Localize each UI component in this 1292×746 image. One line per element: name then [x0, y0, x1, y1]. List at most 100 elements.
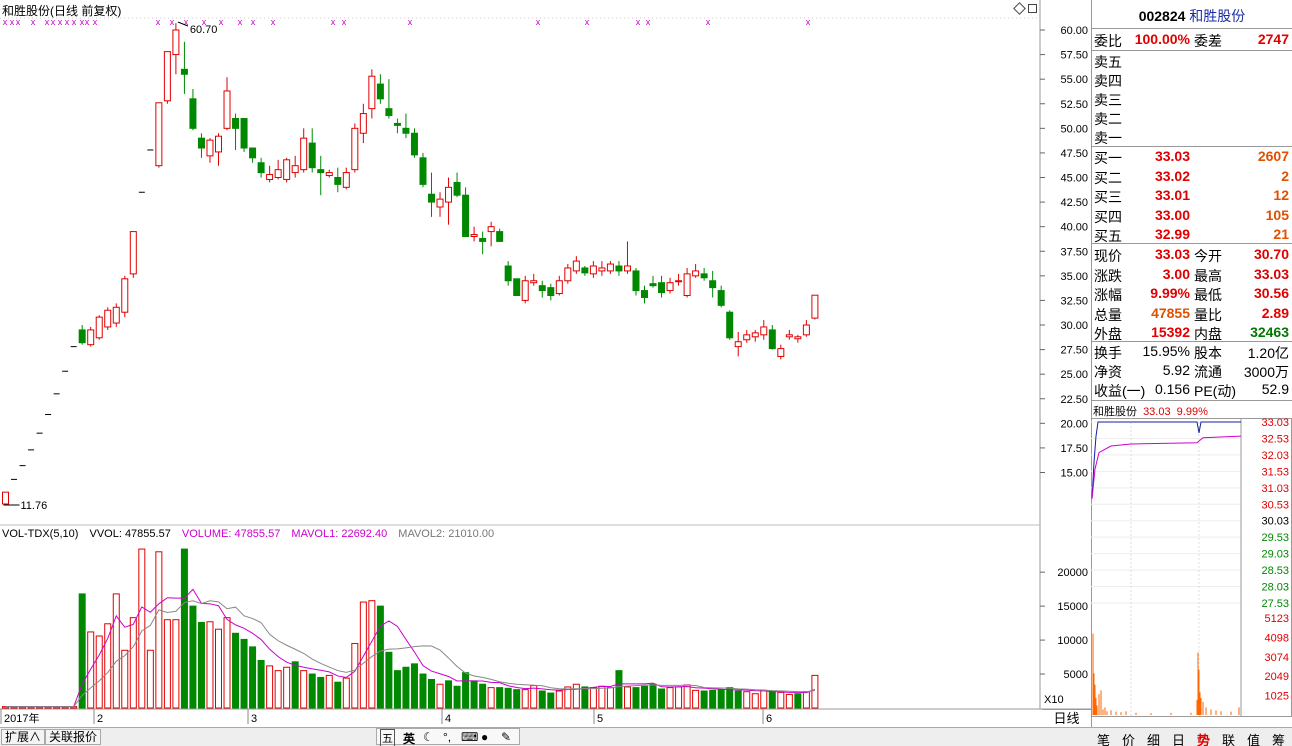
fund-value: 5.92 — [1162, 362, 1190, 378]
candle — [325, 169, 333, 178]
date-label: 6 — [766, 713, 772, 725]
related-quote-button[interactable]: 关联报价 — [45, 729, 102, 745]
volume-bar — [641, 685, 648, 709]
user-icon[interactable]: ● — [481, 730, 488, 744]
mavol1-value: MAVOL1: 22692.40 — [291, 528, 388, 540]
buy-row[interactable]: 买一 33.03 2607 — [1092, 147, 1292, 166]
mini-price-label: 29.03 — [1261, 549, 1289, 561]
sell-row[interactable]: 卖一 — [1092, 127, 1292, 146]
buy-price: 33.02 — [1154, 167, 1190, 184]
stat-row: 总量 47855 量比 2.89 — [1092, 304, 1292, 323]
event-marker: x — [16, 17, 21, 27]
intraday-mini-chart[interactable]: 33.03 32.53 32.03 31.53 31.03 30.53 30.03 29.53… — [1091, 418, 1292, 718]
stat-label: 现价 — [1094, 248, 1122, 264]
fund-label: 换手 — [1094, 345, 1122, 361]
candle — [615, 261, 623, 276]
keyboard-icon[interactable]: ⌨ — [461, 730, 478, 744]
candle-body — [180, 68, 188, 75]
expand-button[interactable]: 扩展∧ — [1, 729, 46, 745]
volume-bar — [342, 677, 350, 709]
moon-icon[interactable]: ☾ — [423, 730, 434, 744]
volume-bar — [129, 617, 137, 709]
date-label: 3 — [251, 713, 257, 725]
stat-label-2: 量比 — [1194, 306, 1222, 323]
tab-势[interactable]: 势 — [1191, 730, 1216, 746]
candle — [78, 325, 86, 345]
tab-筹[interactable]: 筹 — [1266, 730, 1291, 746]
event-marker: x — [93, 17, 98, 27]
candle — [487, 221, 495, 247]
candle-body — [606, 263, 614, 272]
sell-row[interactable]: 卖三 — [1092, 89, 1292, 108]
sell-row[interactable]: 卖二 — [1092, 108, 1292, 127]
event-marker: x — [706, 17, 711, 27]
candle-body — [155, 102, 163, 167]
candle-body — [768, 329, 776, 350]
candle-body — [683, 273, 691, 297]
period-daily-button[interactable]: 日线 — [1042, 709, 1091, 727]
price-tick-label: 57.50 — [1060, 50, 1088, 62]
tab-联[interactable]: 联 — [1216, 730, 1241, 746]
volume-bar — [436, 683, 444, 709]
ime-lang[interactable]: 英 — [403, 730, 415, 746]
fund-label-2: 流通 — [1194, 364, 1222, 380]
candle-body — [334, 177, 342, 185]
tab-细[interactable]: 细 — [1141, 730, 1166, 746]
volume-bar — [385, 651, 393, 709]
candle-body — [266, 174, 274, 180]
volume-bar — [121, 649, 129, 709]
volume-bar — [479, 683, 487, 709]
stat-row: 涨幅 9.99% 最低 30.56 — [1092, 284, 1292, 303]
candle-body — [206, 139, 214, 157]
punctuation-icon[interactable]: °, — [443, 730, 451, 744]
x10-label[interactable]: X10 — [1044, 694, 1064, 706]
buy-row[interactable]: 买二 33.02 2 — [1092, 167, 1292, 186]
candle — [419, 152, 427, 188]
sell-row[interactable]: 卖四 — [1092, 70, 1292, 89]
candle-body — [95, 316, 103, 339]
candle-body — [189, 98, 197, 129]
tab-值[interactable]: 值 — [1241, 730, 1266, 746]
volume-bar — [717, 689, 725, 709]
volume-bar — [700, 690, 708, 709]
tab-日[interactable]: 日 — [1166, 730, 1191, 746]
stat-value: 33.03 — [1154, 246, 1190, 262]
ime-mode-icon[interactable]: 五 — [380, 729, 395, 746]
stat-value-2: 2.89 — [1261, 304, 1289, 321]
volume-bar — [777, 691, 785, 709]
candle — [760, 320, 768, 340]
buy-row[interactable]: 买五 32.99 21 — [1092, 225, 1292, 244]
event-marker: x — [536, 17, 541, 27]
buy-label: 买二 — [1094, 169, 1122, 186]
buy-label: 买三 — [1094, 189, 1122, 205]
tab-笔[interactable]: 笔 — [1091, 730, 1116, 746]
candle-body — [709, 280, 717, 289]
volume-bar — [334, 681, 342, 709]
price-tick-label: 20.00 — [1060, 418, 1088, 430]
price-tick-label: 35.00 — [1060, 271, 1088, 283]
date-label: 2017年 — [4, 711, 39, 725]
candle — [751, 329, 759, 342]
buy-row[interactable]: 买四 33.00 105 — [1092, 206, 1292, 225]
event-marker: x — [646, 17, 651, 27]
candle — [717, 285, 725, 308]
volume-bar — [189, 605, 197, 709]
candle — [428, 172, 435, 217]
volume-bar — [530, 685, 538, 709]
mini-vol-label: 5123 — [1265, 613, 1289, 625]
mini-vol-label: 2049 — [1265, 671, 1289, 683]
candle-body — [547, 287, 555, 296]
sell-row[interactable]: 卖五 — [1092, 51, 1292, 70]
event-marker: x — [51, 17, 56, 27]
candle-body — [445, 186, 453, 203]
buy-label: 买一 — [1094, 150, 1122, 166]
candle — [734, 331, 742, 357]
mini-price: 33.03 — [1143, 406, 1171, 418]
volume-bar — [547, 692, 555, 709]
volume-bar — [504, 687, 512, 709]
date-label: 2 — [97, 713, 103, 725]
price-chart[interactable]: 60.00 57.50 55.00 52.50 50.00 47.50 45.00 42.50… — [0, 0, 1091, 727]
wrench-icon[interactable]: ✎ — [501, 730, 511, 744]
tab-价[interactable]: 价 — [1116, 730, 1141, 746]
buy-row[interactable]: 买三 33.01 12 — [1092, 186, 1292, 205]
